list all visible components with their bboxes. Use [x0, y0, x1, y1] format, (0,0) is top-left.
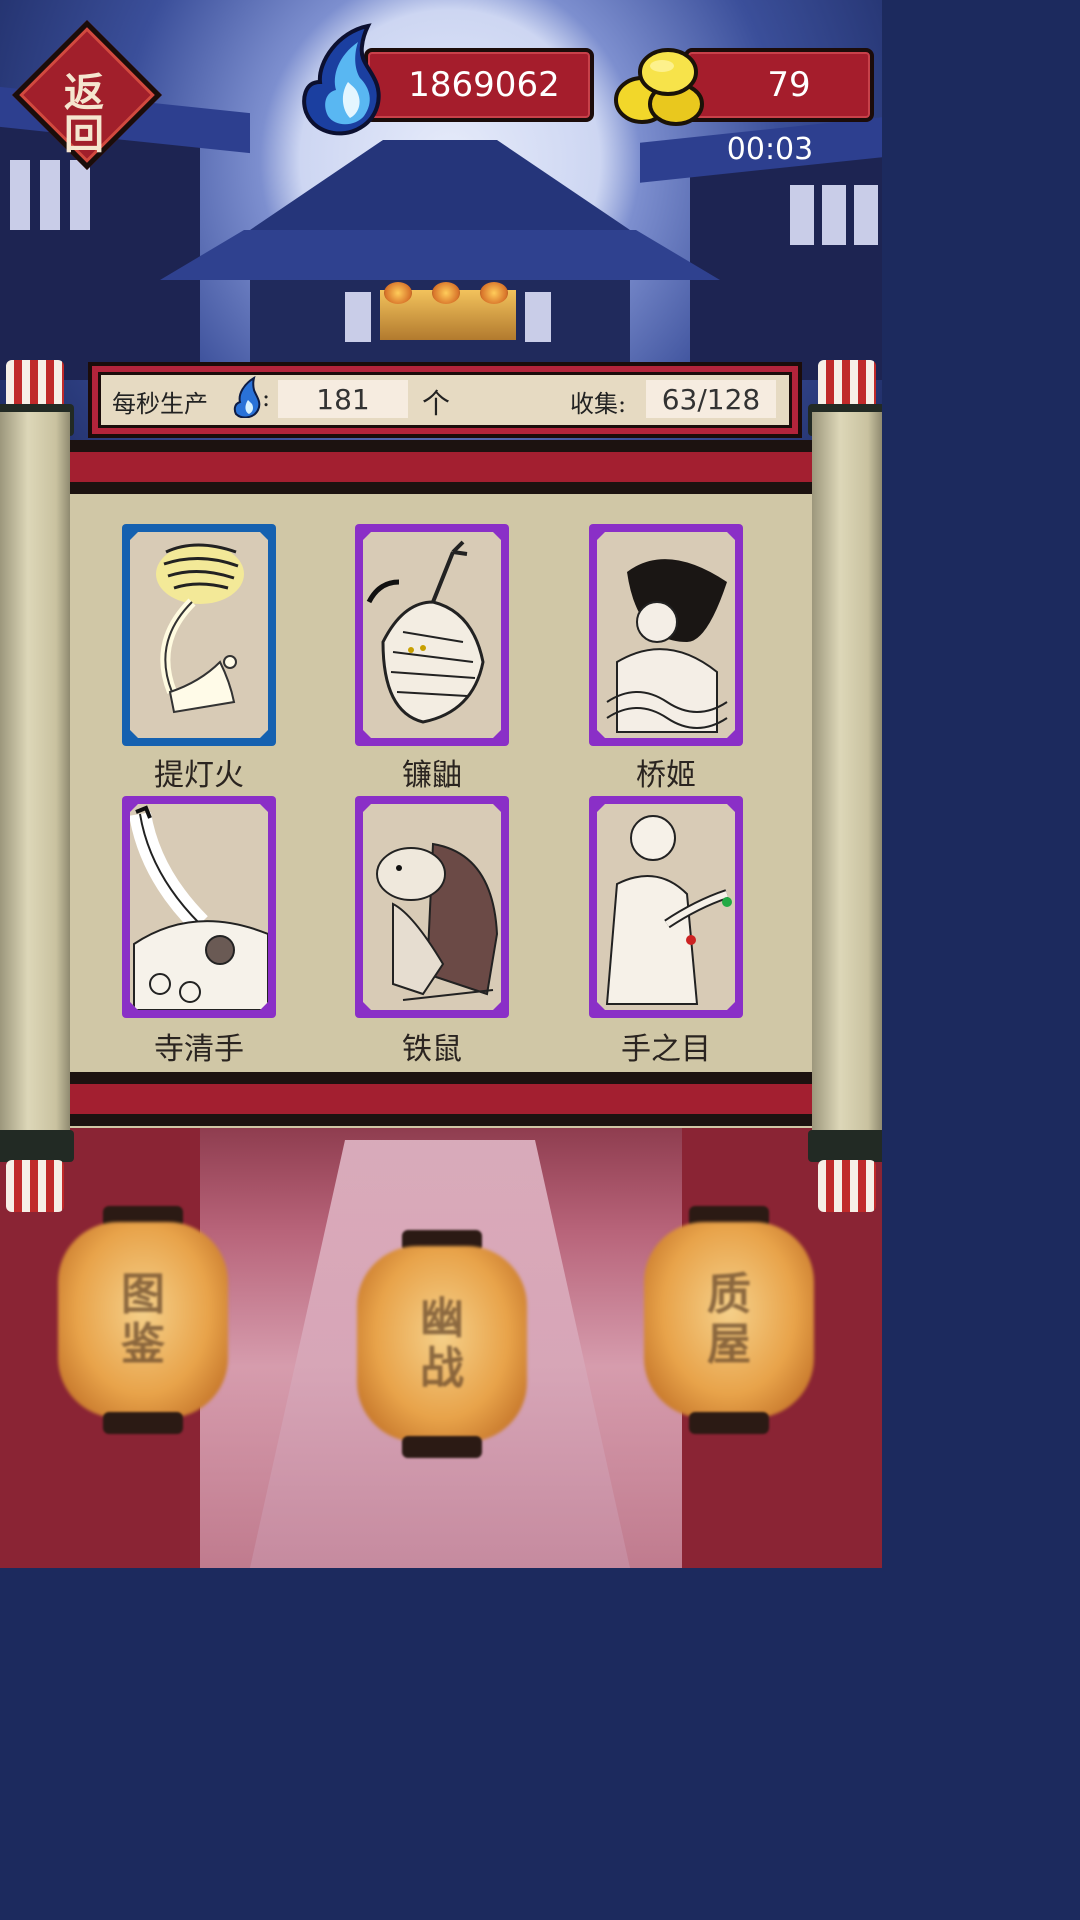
lantern-pawnshop-button[interactable]: 质屋 — [644, 1206, 814, 1456]
scroll-hand-art — [130, 805, 268, 1010]
card-name: 寺清手 — [154, 1032, 244, 1067]
back-button[interactable]: 返回 — [12, 20, 162, 170]
rod-band — [808, 1130, 882, 1162]
rod-body — [0, 412, 70, 1158]
gold-coins-icon — [614, 48, 704, 126]
spirit-fire-value: 1869062 — [408, 65, 560, 105]
per-second-label: 每秒生产 — [112, 390, 208, 418]
window — [70, 160, 90, 230]
rod-cap — [818, 1160, 876, 1212]
card-art — [130, 804, 268, 1010]
card-name: 镰鼬 — [402, 758, 462, 793]
lantern-fox-art — [156, 543, 244, 714]
gold-counter: 79 — [684, 48, 874, 122]
card-name: 手之目 — [621, 1032, 711, 1067]
lantern-cap — [402, 1436, 482, 1458]
card-name: 桥姬 — [636, 758, 696, 793]
colon: : — [262, 384, 271, 412]
unit-label: 个 — [422, 387, 451, 420]
card-art — [363, 804, 501, 1010]
lantern-label: 幽战 — [420, 1293, 464, 1394]
right-scroll-rod — [808, 360, 882, 1212]
rod-body — [812, 412, 882, 1158]
blue-flame-icon — [302, 23, 381, 136]
window — [525, 292, 551, 342]
card-terasitesu[interactable] — [122, 796, 276, 1018]
lantern-battle-button[interactable]: 幽战 — [357, 1230, 527, 1480]
spirit-fire-counter: 1869062 — [364, 48, 594, 122]
panel-top-stripe — [70, 440, 812, 494]
lantern-label: 质屋 — [707, 1269, 751, 1370]
back-label: 返回 — [64, 69, 104, 158]
production-bar: 每秒生产 : 181 个 收集: 63/128 — [88, 362, 802, 438]
bridge-princess-art — [606, 559, 728, 733]
weasel-art — [366, 540, 485, 724]
window — [10, 160, 30, 230]
panel-bottom-stripe — [70, 1072, 812, 1126]
red-lamp — [480, 282, 508, 304]
timer: 00:03 — [726, 132, 814, 167]
window — [822, 185, 846, 245]
window — [854, 185, 878, 245]
lantern-cap — [103, 1412, 183, 1434]
card-hashihime[interactable] — [589, 524, 743, 746]
card-tenome[interactable] — [589, 796, 743, 1018]
iron-rat-art — [376, 842, 499, 1001]
card-art — [597, 532, 735, 738]
window — [40, 160, 60, 230]
left-scroll-rod — [0, 360, 74, 1212]
collect-label: 收集: — [570, 390, 627, 418]
rod-band — [0, 1130, 74, 1162]
card-tesso[interactable] — [355, 796, 509, 1018]
card-name: 铁鼠 — [402, 1032, 462, 1067]
small-blue-flame-icon — [233, 376, 261, 418]
card-art — [130, 532, 268, 738]
game-screen: { "header": { "back_label": "返回", "spiri… — [0, 0, 882, 1568]
collect-value: 63/128 — [646, 380, 776, 418]
rod-cap — [6, 1160, 64, 1212]
temple-roof — [160, 230, 720, 280]
card-art — [363, 532, 501, 738]
card-kamaitachi[interactable] — [355, 524, 509, 746]
lantern-label: 图鉴 — [121, 1269, 165, 1370]
window — [790, 185, 814, 245]
window — [345, 292, 371, 342]
per-second-value: 181 — [278, 380, 408, 418]
red-lamp — [384, 282, 412, 304]
lantern-collection-button[interactable]: 图鉴 — [58, 1206, 228, 1456]
card-name: 提灯火 — [154, 758, 244, 793]
lantern-cap — [689, 1412, 769, 1434]
hand-eye-monk-art — [605, 815, 732, 1005]
gold-value: 79 — [767, 65, 811, 105]
card-tichouhi[interactable] — [122, 524, 276, 746]
red-lamp — [432, 282, 460, 304]
card-art — [597, 804, 735, 1010]
